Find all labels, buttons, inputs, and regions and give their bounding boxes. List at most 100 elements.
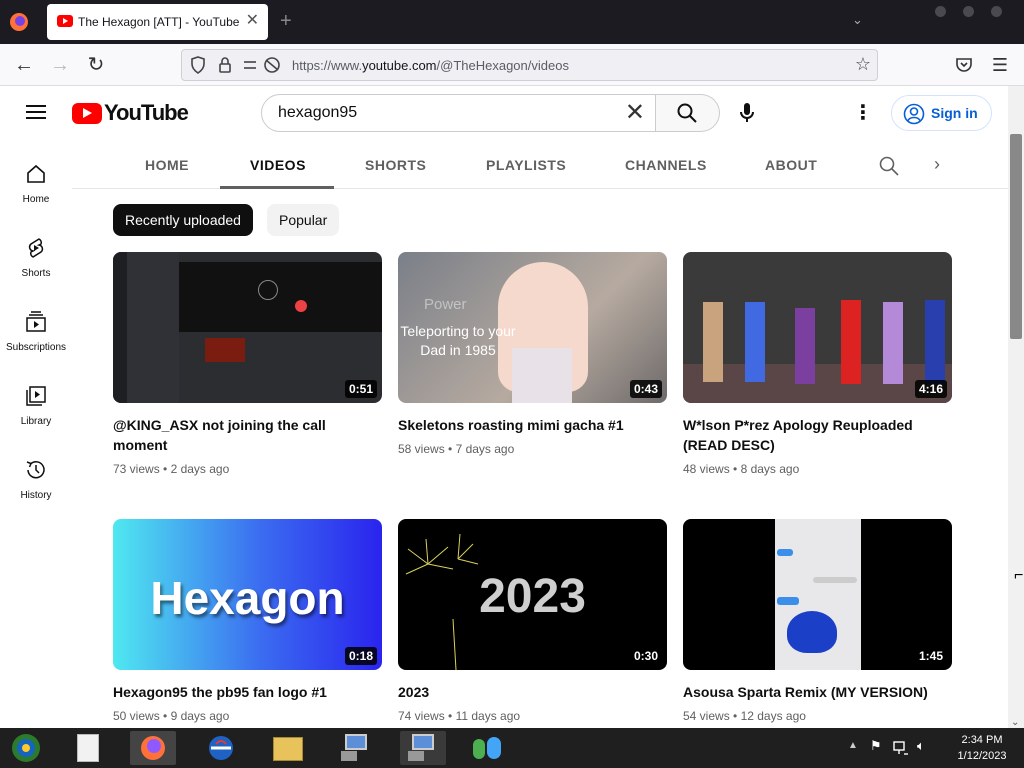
app-menu-icon[interactable]: ☰ [985,50,1015,80]
firefox-menu-icon[interactable] [8,11,30,33]
thumbnail-text: Hexagon [150,572,345,624]
guide-item-home[interactable]: Home [0,142,72,216]
search-button[interactable] [656,94,720,132]
video-title[interactable]: W*lson P*rez Apology Reuploaded (READ DE… [683,415,952,455]
taskbar-network-app-2[interactable] [400,731,446,765]
video-meta: 73 views • 2 days ago [113,462,230,476]
subscriptions-icon [26,311,46,332]
video-thumbnail[interactable]: Hexagon 0:18 [113,519,382,670]
tab-home[interactable]: HOME [145,157,189,173]
taskbar-network-app[interactable] [333,731,379,765]
thumbnail-text: 2023 [479,570,586,623]
taskbar-clock[interactable]: 2:34 PM 1/12/2023 [944,732,1020,764]
mouse-cursor-icon: ⌐ [1014,567,1024,584]
volume-icon[interactable]: 🔈︎ [917,738,925,754]
guide-label-home: Home [22,194,50,205]
list-all-tabs-icon[interactable]: ⌄ [852,12,863,28]
tab-title: The Hexagon [ATT] - YouTube [78,15,240,29]
maximize-window-icon[interactable] [963,6,974,17]
clear-search-icon[interactable]: ✕ [625,99,645,127]
youtube-logo-icon[interactable] [72,103,102,124]
guide-label-history: History [20,490,52,501]
video-title[interactable]: Hexagon95 the pb95 fan logo #1 [113,682,382,702]
scrollbar-thumb[interactable] [1010,134,1022,339]
tab-videos[interactable]: VIDEOS [250,157,306,173]
chip-popular[interactable]: Popular [267,204,340,236]
video-meta: 58 views • 7 days ago [398,442,515,456]
tracking-protection-shield-icon[interactable] [190,56,206,74]
reload-icon[interactable]: ↻ [81,50,111,80]
taskbar-file-explorer[interactable] [265,731,311,765]
tab-channels[interactable]: CHANNELS [625,157,707,173]
close-window-icon[interactable] [991,6,1002,17]
guide-label-library: Library [20,416,52,427]
hamburger-menu-icon[interactable] [26,104,46,120]
back-icon[interactable]: ← [9,50,39,80]
taskbar-notepad[interactable] [66,731,112,765]
start-button[interactable] [4,731,50,765]
tray-overflow-icon[interactable]: ▲ [848,740,858,751]
windows-start-icon [12,734,40,762]
search-query: hexagon95 [278,104,358,121]
permissions-icon[interactable] [242,56,282,74]
tabs-next-chevron-icon[interactable]: › [934,154,940,175]
browser-tab-youtube[interactable]: The Hexagon [ATT] - YouTube ✕ [47,4,268,40]
video-duration: 0:43 [629,380,662,398]
video-thumbnail[interactable]: 4:16 [683,252,952,403]
browser-tab-bar: The Hexagon [ATT] - YouTube ✕ + ⌄ [0,0,1024,44]
video-title[interactable]: 2023 [398,682,667,702]
video-title[interactable]: @KING_ASX not joining the call moment [113,415,382,455]
settings-more-icon[interactable]: ⋮ [853,102,873,124]
chip-recently-uploaded[interactable]: Recently uploaded [113,204,253,236]
pocket-icon[interactable] [955,57,973,73]
video-duration: 1:45 [914,647,947,665]
taskbar-users-app[interactable] [465,731,511,765]
lock-icon[interactable] [218,56,232,74]
globe-app-icon [209,736,233,760]
bookmark-star-icon[interactable]: ☆ [855,55,871,73]
taskbar-browser-2[interactable] [198,731,244,765]
guide-label-shorts: Shorts [21,268,51,279]
taskbar-firefox[interactable] [130,731,176,765]
url-text: https://www.youtube.com/@TheHexagon/vide… [292,58,569,73]
video-thumbnail[interactable]: 0:51 [113,252,382,403]
sign-in-label: Sign in [931,105,978,121]
page-scrollbar[interactable]: ⌄ [1008,86,1024,728]
clock-time: 2:34 PM [961,734,1003,746]
tab-about[interactable]: ABOUT [765,157,817,173]
guide-item-library[interactable]: Library [0,364,72,438]
youtube-logo-text[interactable]: YouTube [104,100,189,126]
close-tab-icon[interactable]: ✕ [246,12,259,30]
thumbnail-text: Teleporting to your Dad in 1985 [400,323,516,358]
action-center-flag-icon[interactable]: ⚑ [870,738,882,754]
scroll-down-arrow-icon[interactable]: ⌄ [1011,717,1019,728]
address-bar[interactable]: https://www.youtube.com/@TheHexagon/vide… [181,49,878,81]
guide-item-shorts[interactable]: Shorts [0,216,72,290]
search-input[interactable]: hexagon95 ✕ [261,94,656,132]
channel-tabs: HOME VIDEOS SHORTS PLAYLISTS CHANNELS AB… [72,142,1008,189]
new-tab-button[interactable]: + [280,10,292,32]
video-thumbnail[interactable]: 2023 0:30 [398,519,667,670]
video-duration: 0:18 [344,647,377,665]
tab-playlists[interactable]: PLAYLISTS [486,157,566,173]
channel-search-icon[interactable] [879,156,899,176]
history-icon [26,461,45,479]
sign-in-button[interactable]: Sign in [891,95,992,131]
video-thumbnail[interactable]: 1:45 [683,519,952,670]
guide-item-subscriptions[interactable]: Subscriptions [0,290,72,364]
account-circle-icon [903,103,925,125]
forward-icon[interactable]: → [45,50,75,80]
video-title[interactable]: Skeletons roasting mimi gacha #1 [398,415,667,435]
video-title[interactable]: Asousa Sparta Remix (MY VERSION) [683,682,952,702]
guide-item-history[interactable]: History [0,438,72,512]
youtube-favicon-icon [57,15,73,27]
active-tab-indicator [220,186,334,189]
network-icon[interactable] [893,740,909,756]
voice-search-mic-icon[interactable] [733,99,761,127]
minimize-window-icon[interactable] [935,6,946,17]
video-thumbnail[interactable]: Power Teleporting to your Dad in 1985 0:… [398,252,667,403]
tab-shorts[interactable]: SHORTS [365,157,426,173]
home-icon [27,164,45,183]
browser-nav-bar: ← → ↻ https://www.youtube.com/@TheHexago… [0,44,1024,86]
video-meta: 50 views • 9 days ago [113,709,230,723]
